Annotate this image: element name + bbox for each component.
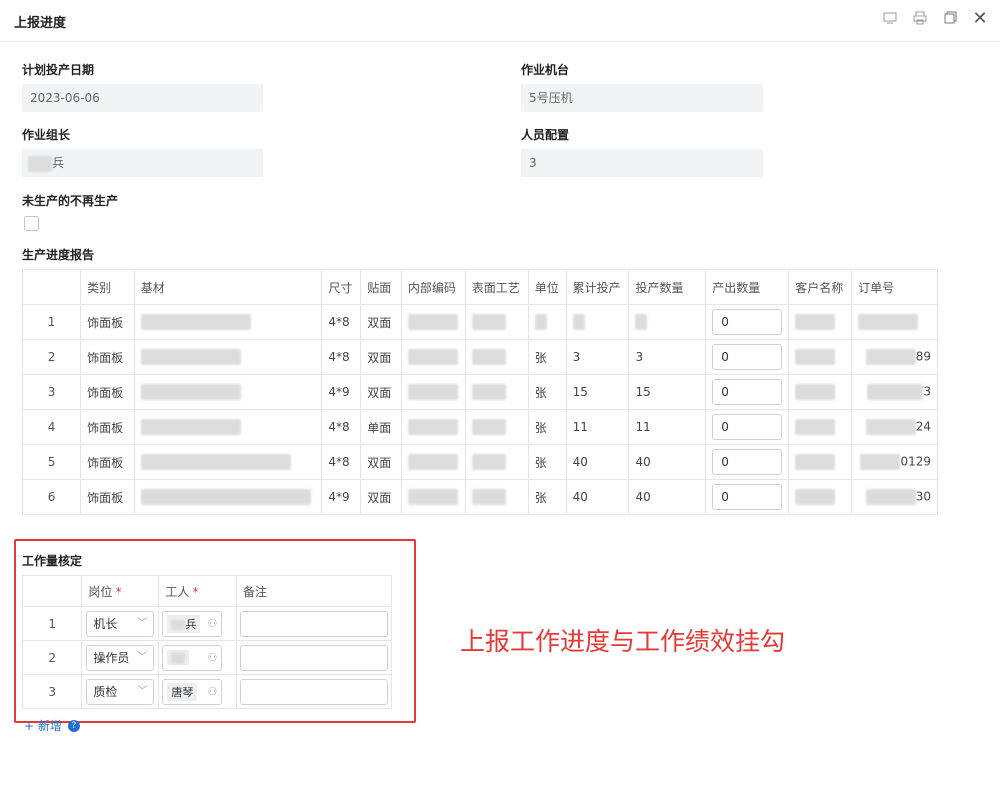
dialog-header: 上报进度 ✕ bbox=[0, 0, 1000, 42]
col-qty: 投产数量 bbox=[628, 269, 707, 305]
col-order: 订单号 bbox=[851, 269, 938, 305]
group-icon[interactable]: ⚇ bbox=[208, 617, 218, 630]
table-row: 1 饰面板 4*8 双面 0 bbox=[21, 304, 938, 340]
table-row: 2 操作员 ﹀ ⚇ bbox=[21, 640, 393, 675]
output-input[interactable]: 0 bbox=[712, 449, 783, 475]
maximize-icon[interactable] bbox=[942, 10, 958, 26]
print-icon[interactable] bbox=[912, 10, 928, 26]
col-unit: 单位 bbox=[527, 269, 567, 305]
output-input[interactable]: 0 bbox=[712, 344, 783, 370]
output-input[interactable]: 0 bbox=[712, 309, 783, 335]
workload-table: 岗位 * 工人 * 备注 1 机长 ﹀ 兵 ⚇ 2 操作员 ﹀ ⚇ 3 质检 ﹀ 唐琴 ⚇ bbox=[21, 575, 393, 709]
table-row: 3 饰面板 4*9 双面 张 15 15 0 3 bbox=[21, 374, 938, 410]
machine-field[interactable]: 5号压机 bbox=[521, 84, 763, 112]
table-row: 4 饰面板 4*8 单面 张 11 11 0 24 bbox=[21, 409, 938, 445]
close-icon[interactable]: ✕ bbox=[972, 8, 988, 29]
dialog-title: 上报进度 bbox=[14, 16, 67, 31]
col-material: 基材 bbox=[133, 269, 323, 305]
group-icon[interactable]: ⚇ bbox=[208, 651, 218, 664]
chevron-down-icon: ﹀ bbox=[137, 685, 148, 697]
worker-picker[interactable]: 兵 ⚇ bbox=[162, 610, 223, 637]
output-input[interactable]: 0 bbox=[712, 484, 783, 510]
progress-table: 类别 基材 尺寸 贴面 内部编码 表面工艺 单位 累计投产 投产数量 产出数量 … bbox=[21, 269, 938, 515]
col-post: 岗位 * bbox=[81, 575, 160, 607]
help-icon[interactable]: ? bbox=[67, 719, 80, 732]
col-size: 尺寸 bbox=[321, 269, 362, 305]
table-header-row: 类别 基材 尺寸 贴面 内部编码 表面工艺 单位 累计投产 投产数量 产出数量 … bbox=[21, 269, 938, 305]
note-input[interactable] bbox=[239, 610, 388, 637]
col-customer: 客户名称 bbox=[788, 269, 853, 305]
chevron-down-icon: ﹀ bbox=[137, 617, 148, 629]
staff-field[interactable]: 3 bbox=[521, 149, 763, 177]
worker-chip: 兵 bbox=[167, 614, 201, 633]
machine-label: 作业机台 bbox=[521, 63, 570, 77]
col-note: 备注 bbox=[235, 575, 393, 607]
post-select[interactable]: 操作员 ﹀ bbox=[86, 644, 155, 671]
col-face: 贴面 bbox=[360, 269, 402, 305]
note-input[interactable] bbox=[239, 678, 388, 705]
leader-label: 作业组长 bbox=[22, 128, 71, 142]
col-worker: 工人 * bbox=[158, 575, 237, 607]
col-code: 内部编码 bbox=[400, 269, 466, 305]
leader-field[interactable]: 兵 bbox=[22, 149, 263, 177]
col-total: 累计投产 bbox=[565, 269, 630, 305]
col-output: 产出数量 bbox=[705, 269, 790, 305]
add-button[interactable]: + 新增 bbox=[24, 717, 62, 734]
workload-title: 工作量核定 bbox=[22, 554, 83, 568]
worker-picker[interactable]: 唐琴 ⚇ bbox=[162, 678, 223, 705]
plan-date-label: 计划投产日期 bbox=[22, 63, 95, 77]
note-input[interactable] bbox=[239, 644, 388, 671]
table-row: 6 饰面板 4*9 双面 张 40 40 0 30 bbox=[21, 479, 938, 515]
add-row: + 新增 ? bbox=[24, 717, 80, 734]
worker-chip: 唐琴 bbox=[167, 682, 198, 701]
table-header-row: 岗位 * 工人 * 备注 bbox=[21, 575, 393, 607]
annotation-text: 上报工作进度与工作绩效挂勾 bbox=[460, 627, 786, 656]
output-input[interactable]: 0 bbox=[712, 379, 783, 405]
screen-icon[interactable] bbox=[882, 10, 898, 26]
avatar bbox=[28, 155, 52, 172]
progress-title: 生产进度报告 bbox=[22, 248, 95, 262]
post-select[interactable]: 质检 ﹀ bbox=[86, 678, 155, 705]
worker-chip bbox=[167, 650, 190, 665]
plan-date-field[interactable]: 2023-06-06 bbox=[22, 84, 263, 112]
table-row: 5 饰面板 4*8 双面 张 40 40 0 0129 bbox=[21, 444, 938, 480]
leader-name: 兵 bbox=[52, 156, 65, 170]
staff-label: 人员配置 bbox=[521, 128, 570, 142]
col-surface: 表面工艺 bbox=[464, 269, 529, 305]
output-input[interactable]: 0 bbox=[712, 414, 783, 440]
header-toolbar: ✕ bbox=[882, 8, 988, 29]
table-row: 2 饰面板 4*8 双面 张 3 3 0 89 bbox=[21, 339, 938, 375]
no-more-checkbox[interactable] bbox=[24, 216, 39, 231]
col-category: 类别 bbox=[80, 269, 135, 305]
worker-picker[interactable]: ⚇ bbox=[162, 644, 223, 671]
table-row: 1 机长 ﹀ 兵 ⚇ bbox=[21, 606, 393, 641]
chevron-down-icon: ﹀ bbox=[137, 651, 148, 663]
table-row: 3 质检 ﹀ 唐琴 ⚇ bbox=[21, 674, 393, 709]
group-icon[interactable]: ⚇ bbox=[208, 685, 218, 698]
no-more-label: 未生产的不再生产 bbox=[22, 194, 119, 208]
post-select[interactable]: 机长 ﹀ bbox=[86, 610, 155, 637]
